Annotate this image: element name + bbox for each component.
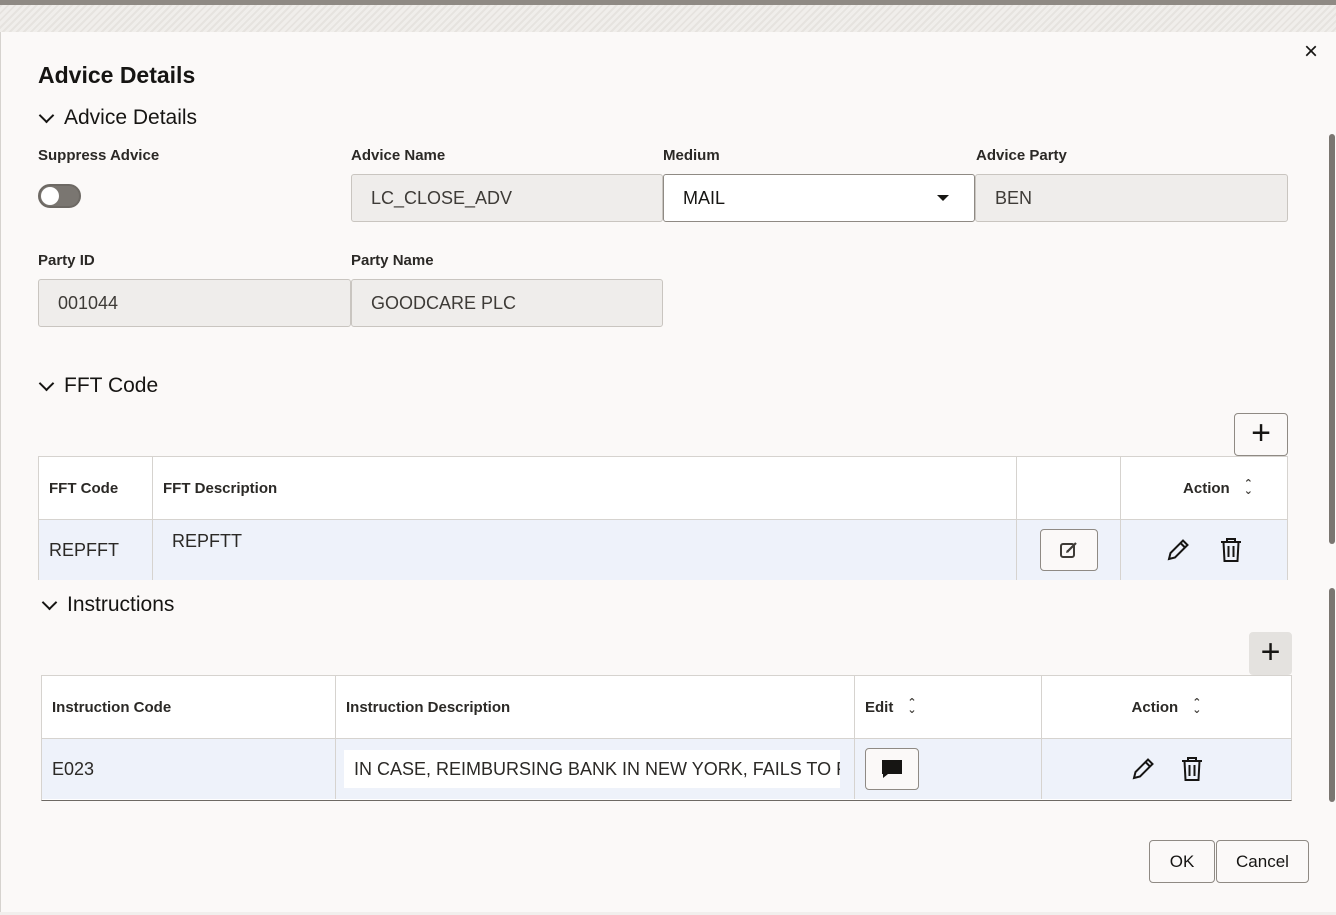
instruction-description-cell: IN CASE, REIMBURSING BANK IN NEW YORK, F… [336, 739, 855, 799]
instruction-edit-cell [855, 739, 1042, 799]
section-heading: Advice Details [64, 106, 197, 130]
chevron-down-icon [39, 107, 55, 123]
background-header-strip [0, 0, 1336, 32]
advice-party-field[interactable]: BEN [975, 174, 1288, 222]
table-row: REPFFT REPFTT [39, 520, 1287, 580]
column-header-fft-code: FFT Code [39, 457, 153, 519]
instruction-action-cell [1042, 739, 1291, 799]
column-header-action[interactable]: Action ⌃⌄ [1121, 457, 1287, 519]
chevron-down-icon [42, 594, 58, 610]
comment-icon [880, 758, 904, 780]
edit-instruction-button[interactable] [865, 748, 919, 790]
medium-label: Medium [663, 147, 720, 164]
edit-description-button[interactable] [1040, 529, 1098, 571]
caret-down-icon [937, 195, 949, 201]
cancel-button[interactable]: Cancel [1216, 840, 1309, 883]
fft-edit-cell [1017, 520, 1121, 580]
instruction-code-cell: E023 [42, 739, 336, 799]
suppress-advice-label: Suppress Advice [38, 147, 159, 164]
column-header-edit-label: Edit [865, 699, 893, 716]
close-icon[interactable]: × [1298, 40, 1324, 66]
column-header-edit[interactable]: Edit ⌃⌄ [855, 676, 1042, 738]
advice-name-label: Advice Name [351, 147, 445, 164]
dialog-scrollbar[interactable] [1328, 112, 1336, 802]
medium-value: MAIL [683, 188, 725, 209]
table-header-row: FFT Code FFT Description Action ⌃⌄ [39, 457, 1287, 520]
fft-action-cell [1121, 520, 1287, 580]
add-instruction-button[interactable]: + [1249, 632, 1292, 675]
instruction-description-input[interactable]: IN CASE, REIMBURSING BANK IN NEW YORK, F… [344, 750, 840, 788]
scrollbar-thumb-secondary[interactable] [1329, 588, 1335, 802]
column-header-instruction-code: Instruction Code [42, 676, 336, 738]
section-heading: FFT Code [64, 374, 158, 398]
party-id-field[interactable]: 001044 [38, 279, 351, 327]
fft-description-cell: REPFTT [153, 520, 1017, 580]
toggle-knob [41, 187, 59, 205]
sort-icon[interactable]: ⌃⌄ [907, 700, 916, 714]
trash-icon[interactable] [1219, 537, 1243, 563]
fft-code-table: FFT Code FFT Description Action ⌃⌄ REPFF… [38, 456, 1288, 580]
party-name-label: Party Name [351, 252, 434, 269]
instructions-section-toggle[interactable]: Instructions [41, 593, 174, 617]
party-name-field[interactable]: GOODCARE PLC [351, 279, 663, 327]
add-fft-button[interactable]: + [1234, 413, 1288, 456]
table-header-row: Instruction Code Instruction Description… [42, 676, 1291, 739]
sort-icon[interactable]: ⌃⌄ [1244, 481, 1253, 495]
medium-select[interactable]: MAIL [663, 174, 975, 222]
pencil-icon[interactable] [1165, 537, 1191, 563]
trash-icon[interactable] [1180, 756, 1204, 782]
instructions-table: Instruction Code Instruction Description… [41, 675, 1292, 801]
column-header-action[interactable]: Action ⌃⌄ [1042, 676, 1291, 738]
pencil-icon[interactable] [1130, 756, 1156, 782]
chevron-down-icon [39, 375, 55, 391]
party-id-label: Party ID [38, 252, 95, 269]
fft-code-section-toggle[interactable]: FFT Code [38, 374, 158, 398]
scrollbar-thumb[interactable] [1329, 134, 1335, 544]
advice-name-field[interactable]: LC_CLOSE_ADV [351, 174, 663, 222]
advice-party-label: Advice Party [976, 147, 1067, 164]
edit-box-icon [1059, 540, 1079, 560]
suppress-advice-toggle[interactable] [38, 184, 81, 208]
column-header-action-label: Action [1183, 480, 1230, 497]
column-header-action-label: Action [1132, 699, 1179, 716]
table-row: E023 IN CASE, REIMBURSING BANK IN NEW YO… [42, 739, 1291, 799]
section-heading: Instructions [67, 593, 174, 617]
fft-code-cell: REPFFT [39, 520, 153, 580]
sort-icon[interactable]: ⌃⌄ [1192, 700, 1201, 714]
column-header-edit [1017, 457, 1121, 519]
column-header-fft-description: FFT Description [153, 457, 1017, 519]
column-header-instruction-description: Instruction Description [336, 676, 855, 738]
dialog-title: Advice Details [38, 62, 195, 89]
ok-button[interactable]: OK [1149, 840, 1215, 883]
advice-details-section-toggle[interactable]: Advice Details [38, 106, 197, 130]
